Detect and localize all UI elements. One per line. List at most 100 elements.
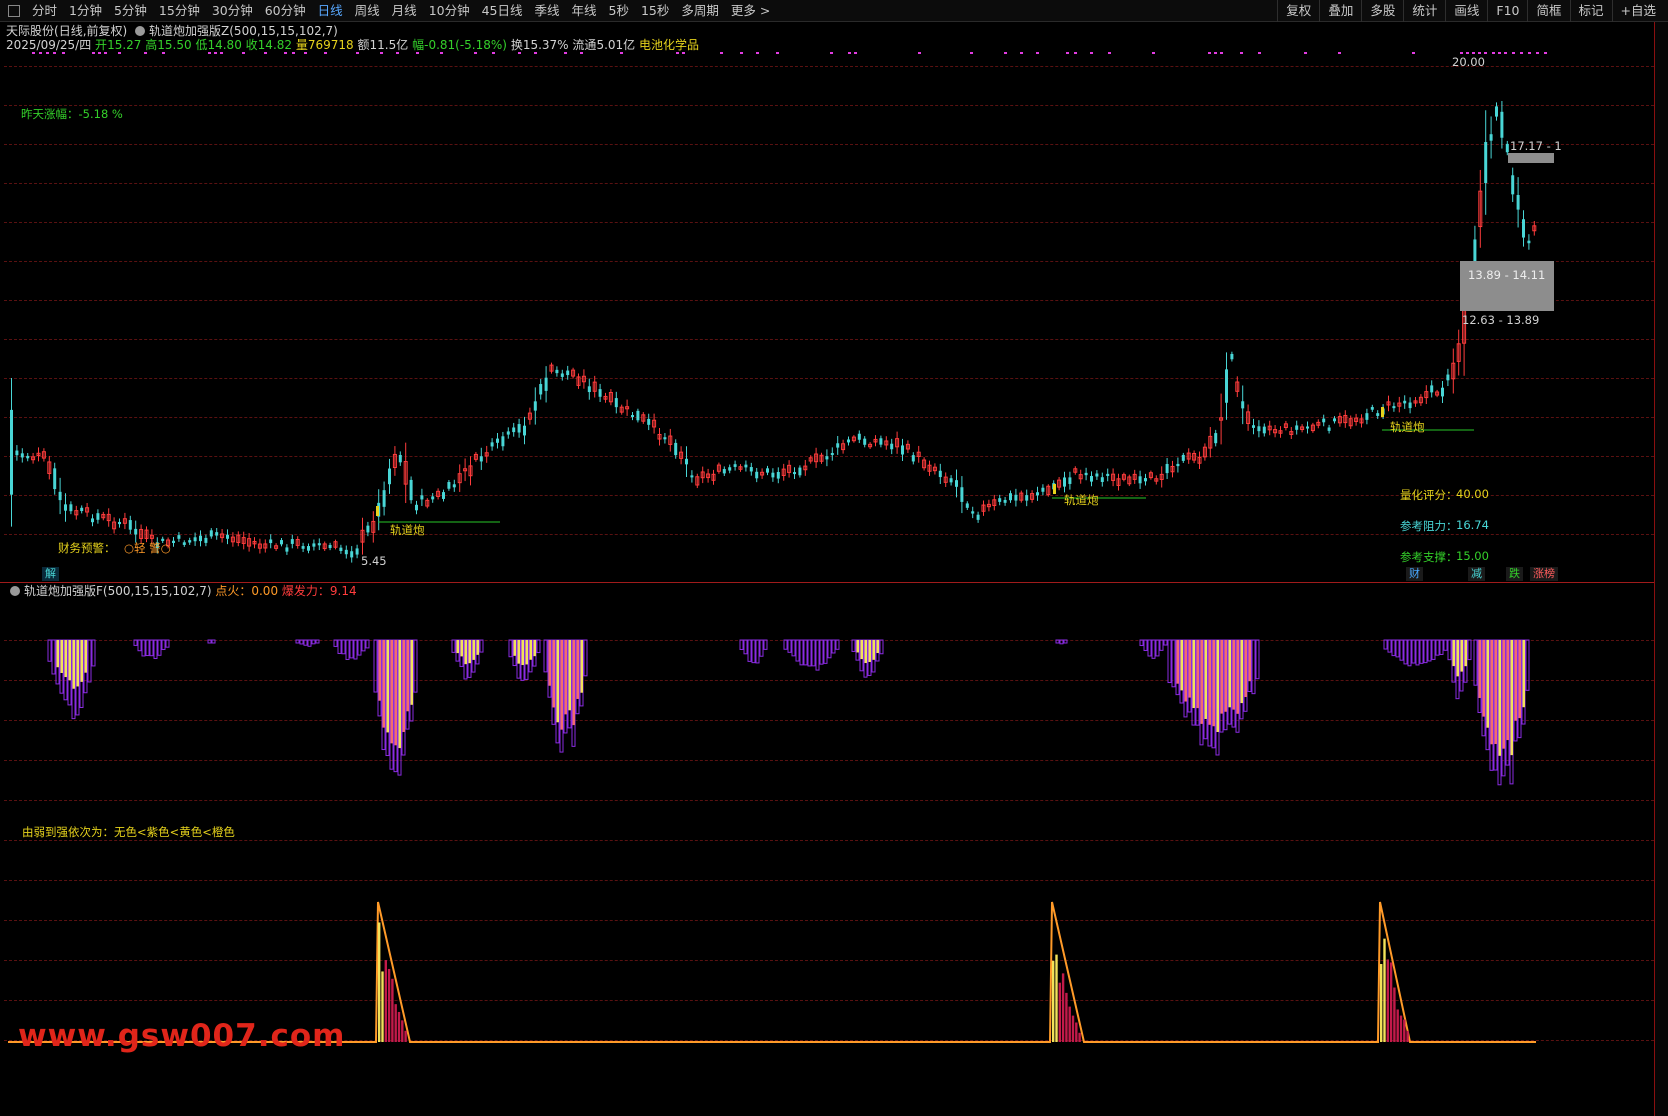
candle-body: [188, 540, 192, 543]
finance-warning-value: ○轻 警○: [124, 541, 171, 555]
strength-bar: [1399, 639, 1404, 661]
top-dot: [220, 52, 223, 54]
tool-button-1[interactable]: 叠加: [1319, 0, 1361, 22]
strength-bar-fill: [1204, 640, 1207, 719]
period-tab-14[interactable]: 15秒: [635, 0, 675, 22]
strength-bar: [211, 639, 216, 644]
top-dot: [440, 52, 443, 54]
tool-button-3[interactable]: 统计: [1403, 0, 1445, 22]
tool-button-7[interactable]: 标记: [1569, 0, 1612, 22]
top-dot: [918, 52, 921, 54]
period-tab-12[interactable]: 年线: [566, 0, 603, 22]
strength-bar-fill: [864, 640, 867, 664]
period-tab-8[interactable]: 月线: [386, 0, 423, 22]
main-kline-panel[interactable]: 昨天涨幅：-5.18 % 财务预警： ○轻 警○ 5.45 20.00 轨道炮 …: [4, 52, 1654, 582]
strength-bar: [747, 639, 752, 662]
strength-bar-fill: [64, 640, 67, 678]
candle-body: [1505, 143, 1509, 153]
top-dot: [474, 52, 477, 54]
candle-body: [1441, 387, 1444, 397]
indicator-settings-icon[interactable]: [135, 26, 146, 36]
candle-body: [566, 370, 570, 376]
sector-name[interactable]: 电池化学品: [639, 38, 699, 52]
strength-bar-fill: [1236, 640, 1239, 714]
strength-bar-fill: [1188, 640, 1191, 698]
period-tab-15[interactable]: 多周期: [675, 0, 725, 22]
turnover-label: 换: [510, 38, 523, 52]
quote-date: 2025/09/25/四: [6, 38, 92, 52]
strength-bar-fill: [1244, 640, 1247, 698]
period-tab-9[interactable]: 10分钟: [423, 0, 476, 22]
ignite-value: 0.00: [251, 584, 279, 598]
layout-icon[interactable]: [8, 5, 20, 17]
period-tab-4[interactable]: 30分钟: [206, 0, 259, 22]
bottom-tag-1[interactable]: 减: [1468, 567, 1485, 581]
strength-bar-fill: [525, 640, 528, 665]
top-dot: [242, 52, 245, 54]
bottom-tag-0[interactable]: 财: [1406, 567, 1423, 581]
strength-bar-fill: [72, 640, 75, 689]
candle-body: [1306, 426, 1309, 429]
top-dot: [1466, 52, 1469, 54]
top-dot: [53, 52, 56, 54]
candle-body: [91, 518, 94, 523]
period-tab-6[interactable]: 日线: [312, 0, 349, 22]
candle-body: [1214, 433, 1218, 444]
period-tab-5[interactable]: 60分钟: [259, 0, 312, 22]
strength-bar-fill: [521, 640, 524, 666]
strength-bar-fill: [1184, 640, 1187, 702]
candle-body: [1084, 472, 1088, 476]
top-dot: [682, 52, 685, 54]
candle-body: [890, 443, 894, 450]
strength-bar-fill: [1506, 640, 1509, 741]
candle-body: [1041, 487, 1045, 492]
candle-body: [1495, 106, 1498, 117]
strength-bar: [543, 639, 548, 673]
candle-body: [10, 409, 13, 495]
bottom-tag-left[interactable]: 解: [42, 567, 59, 581]
top-dot: [416, 52, 419, 54]
bottom-tag-2[interactable]: 跌: [1506, 567, 1523, 581]
strength-bar-fill: [80, 640, 83, 682]
sub-indicator-name[interactable]: 轨道炮加强版F(500,15,15,102,7): [24, 584, 212, 598]
period-tab-10[interactable]: 45日线: [476, 0, 529, 22]
candle-body: [479, 456, 483, 462]
period-tab-11[interactable]: 季线: [529, 0, 566, 22]
main-indicator-name[interactable]: 轨道炮加强版Z(500,15,15,102,7): [149, 24, 338, 38]
tool-button-0[interactable]: 复权: [1277, 0, 1319, 22]
right-scrollbar[interactable]: [1654, 22, 1668, 1116]
sub-indicator-settings-icon[interactable]: [10, 586, 20, 596]
top-dot: [292, 52, 295, 54]
candle-body: [1003, 499, 1007, 503]
period-tab-7[interactable]: 周线: [349, 0, 386, 22]
period-tab-3[interactable]: 15分钟: [153, 0, 206, 22]
strength-bar: [165, 639, 170, 648]
period-tab-0[interactable]: 分时: [26, 0, 63, 22]
period-tab-16[interactable]: 更多 >: [725, 0, 776, 22]
float-value: 5.01亿: [596, 38, 636, 52]
top-dot: [580, 52, 583, 54]
candle-body: [1181, 454, 1185, 461]
strength-bar-fill: [1228, 640, 1231, 708]
tool-button-2[interactable]: 多股: [1361, 0, 1403, 22]
period-tab-2[interactable]: 5分钟: [108, 0, 153, 22]
tool-button-8[interactable]: +自选: [1611, 0, 1664, 22]
candle-body: [1392, 406, 1396, 409]
strength-bar: [807, 639, 812, 667]
strength-bar: [879, 639, 884, 655]
candle-body: [415, 504, 418, 511]
bottom-tag-3[interactable]: 涨榜: [1530, 567, 1558, 581]
tool-button-4[interactable]: 画线: [1445, 0, 1487, 22]
strength-bar-fill: [860, 640, 863, 660]
candle-body: [911, 455, 915, 462]
strength-bar-fill: [76, 640, 79, 687]
candle-body: [350, 551, 354, 558]
tool-button-6[interactable]: 简框: [1527, 0, 1569, 22]
yesterday-change: 昨天涨幅：-5.18 %: [21, 107, 123, 121]
tool-button-5[interactable]: F10: [1487, 0, 1527, 22]
candle-body: [1257, 426, 1261, 432]
pulse-bar: [1068, 1006, 1071, 1042]
period-tab-13[interactable]: 5秒: [603, 0, 635, 22]
period-tab-1[interactable]: 1分钟: [63, 0, 108, 22]
stock-name[interactable]: 天际股份: [6, 24, 54, 38]
